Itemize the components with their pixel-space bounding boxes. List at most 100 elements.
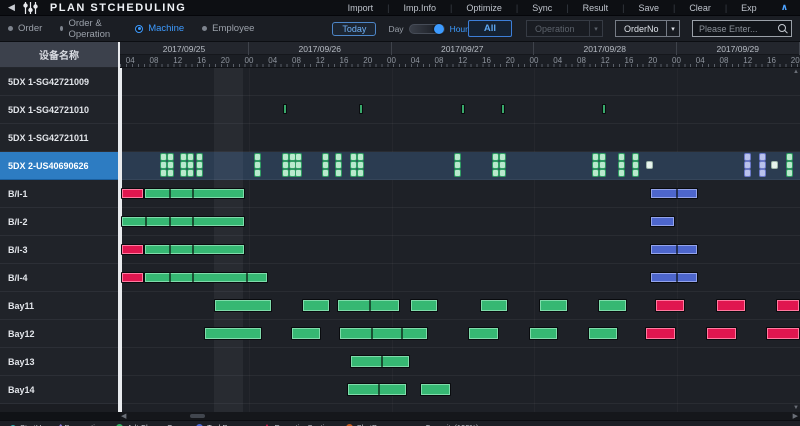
gantt-bar-blue[interactable] [650, 188, 698, 199]
gantt-micro-bar-cluster[interactable] [772, 162, 777, 168]
gantt-micro-bar-cluster[interactable] [647, 162, 652, 168]
radio-machine[interactable]: Machine [135, 23, 184, 34]
gantt-bar-green[interactable] [468, 327, 499, 340]
toolbar-button-save[interactable]: Save [624, 3, 673, 13]
day-hour-toggle[interactable]: Day Hour [388, 24, 468, 34]
gantt-bar-red[interactable] [121, 272, 144, 283]
gantt-bar-green[interactable] [339, 327, 428, 340]
radio-employee[interactable]: Employee [202, 23, 254, 34]
machine-row-label[interactable]: B/I-2 [0, 208, 118, 236]
gantt-micro-bar-cluster[interactable] [351, 154, 363, 176]
gantt-micro-bar-cluster[interactable] [283, 154, 295, 176]
gantt-bar-red[interactable] [655, 299, 685, 312]
hscroll-thumb[interactable] [190, 414, 205, 418]
gantt-micro-bar-cluster[interactable] [336, 154, 341, 176]
gantt-bar-green[interactable] [204, 327, 262, 340]
micro-bar [760, 154, 765, 160]
radio-order-operation[interactable]: Order & Operation [60, 18, 117, 40]
gantt-bar-green[interactable] [420, 383, 451, 396]
gantt-bar-green[interactable] [347, 383, 407, 396]
machine-row-label[interactable]: Bay12 [0, 320, 118, 348]
gantt-bar-green[interactable] [539, 299, 568, 312]
gantt-bar-green[interactable] [350, 355, 410, 368]
gantt-bar-green[interactable] [529, 327, 558, 340]
chevron-up-icon[interactable]: ∧ [771, 2, 796, 13]
orderno-select[interactable]: OrderNo ▾ [615, 20, 680, 37]
machine-row-label[interactable]: Bay13 [0, 348, 118, 376]
gantt-bar-green[interactable] [302, 299, 330, 312]
gantt-bar-red[interactable] [706, 327, 737, 340]
gantt-bar-blue[interactable] [650, 272, 698, 283]
gantt-bar-green[interactable] [410, 299, 438, 312]
gantt-bar-blue[interactable] [650, 244, 698, 255]
micro-bar-column [772, 162, 777, 168]
gantt-bar-green[interactable] [144, 244, 245, 255]
toolbar-button-result[interactable]: Result [569, 3, 623, 13]
gantt-bar-green[interactable] [144, 188, 245, 199]
scroll-left-icon[interactable]: ◀ [121, 412, 126, 420]
gantt-bar-red[interactable] [645, 327, 676, 340]
machine-row-label[interactable]: 5DX 1-SG42721010 [0, 96, 118, 124]
gantt-bar-tick[interactable] [359, 104, 363, 114]
machine-row-label[interactable]: 5DX 2-US40690626 [0, 152, 118, 180]
gantt-bar-tick[interactable] [501, 104, 505, 114]
scroll-down-icon[interactable]: ▼ [793, 405, 799, 411]
gantt-bar-green[interactable] [337, 299, 400, 312]
machine-row-label[interactable]: 5DX 1-SG42721011 [0, 124, 118, 152]
gantt-bar-green[interactable] [291, 327, 321, 340]
today-button[interactable]: Today [332, 22, 376, 36]
operation-select[interactable]: Operation ▾ [526, 20, 603, 37]
gantt-micro-bar-cluster[interactable] [745, 154, 750, 176]
machine-row-label[interactable]: B/I-4 [0, 264, 118, 292]
machine-row-label[interactable]: B/I-3 [0, 236, 118, 264]
toolbar-button-sync[interactable]: Sync [518, 3, 566, 13]
gantt-micro-bar-cluster[interactable] [633, 154, 638, 176]
gantt-bar-red[interactable] [121, 244, 144, 255]
gantt-bar-green[interactable] [214, 299, 272, 312]
gantt-micro-bar-cluster[interactable] [619, 154, 624, 176]
gantt-micro-bar-cluster[interactable] [161, 154, 173, 176]
vertical-scrollbar[interactable]: ▲ ▼ [792, 68, 800, 412]
gantt-bar-tick[interactable] [461, 104, 465, 114]
toolbar-button-import[interactable]: Import [334, 3, 388, 13]
scroll-up-icon[interactable]: ▲ [793, 69, 799, 75]
gantt-micro-bar-cluster[interactable] [455, 154, 460, 176]
micro-bar [500, 162, 505, 168]
gantt-bar-green[interactable] [144, 272, 268, 283]
gantt-bar-red[interactable] [121, 188, 144, 199]
gantt-micro-bar-cluster[interactable] [255, 154, 260, 176]
radio-order[interactable]: Order [8, 23, 42, 34]
gantt-micro-bar-cluster[interactable] [493, 154, 505, 176]
gantt-bar-green[interactable] [598, 299, 627, 312]
gantt-micro-bar-cluster[interactable] [760, 154, 765, 176]
toggle-knob[interactable] [434, 24, 444, 34]
gantt-micro-bar-cluster[interactable] [323, 154, 328, 176]
gantt-bar-green[interactable] [588, 327, 618, 340]
gantt-bar-tick[interactable] [283, 104, 287, 114]
machine-row-label[interactable]: 5DX 1-SG42721009 [0, 68, 118, 96]
machine-row-label[interactable]: Bay11 [0, 292, 118, 320]
gantt-bar-blue[interactable] [650, 216, 675, 227]
horizontal-scrollbar[interactable]: ◀ ▶ [0, 412, 800, 420]
gantt-micro-bar-cluster[interactable] [197, 154, 202, 176]
gantt-micro-bar-cluster[interactable] [181, 154, 193, 176]
toolbar-button-impinfo[interactable]: Imp.Info [390, 3, 451, 13]
machine-row-label[interactable]: Bay14 [0, 376, 118, 404]
search-icon[interactable] [778, 24, 788, 34]
gantt-bar-tick[interactable] [602, 104, 606, 114]
back-arrow-icon[interactable]: ◀ [8, 2, 15, 13]
gantt-bar-green[interactable] [121, 216, 245, 227]
scroll-right-icon[interactable]: ▶ [793, 412, 798, 420]
search-input[interactable] [699, 24, 778, 34]
toolbar-button-clear[interactable]: Clear [675, 3, 725, 13]
all-button[interactable]: All [468, 20, 512, 37]
gantt-bar-red[interactable] [716, 299, 746, 312]
toolbar-button-optimize[interactable]: Optimize [452, 3, 516, 13]
day-hour-switch[interactable] [409, 24, 445, 34]
machine-row-label[interactable]: B/I-1 [0, 180, 118, 208]
gantt-micro-bar-cluster[interactable] [296, 154, 301, 176]
hscroll-track[interactable] [120, 412, 800, 420]
gantt-bar-green[interactable] [480, 299, 508, 312]
toolbar-button-exp[interactable]: Exp [727, 3, 771, 13]
gantt-micro-bar-cluster[interactable] [593, 154, 605, 176]
